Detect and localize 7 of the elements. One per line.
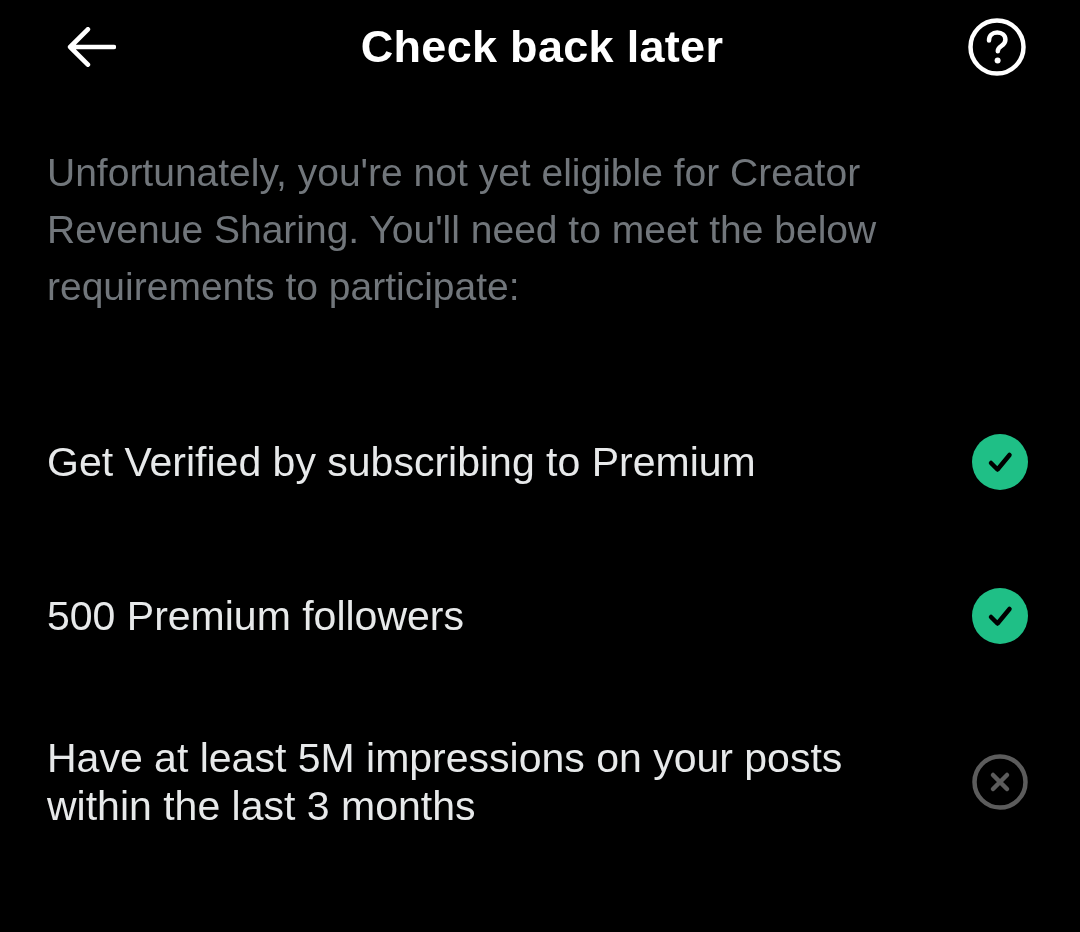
eligibility-message: Unfortunately, you're not yet eligible for Creator Revenue Sharing. You'll need to meet the below requirements to participate: — [47, 150, 878, 310]
requirement-text: Get Verified by subscribing to Premium — [47, 438, 757, 486]
requirement-text: 500 Premium followers — [47, 592, 465, 640]
back-arrow-icon — [66, 27, 116, 67]
page-title: Check back later — [360, 21, 724, 73]
requirement-text: Have at least 5M impressions on your posts within the last 3 months — [47, 734, 844, 830]
help-icon — [968, 18, 1026, 76]
